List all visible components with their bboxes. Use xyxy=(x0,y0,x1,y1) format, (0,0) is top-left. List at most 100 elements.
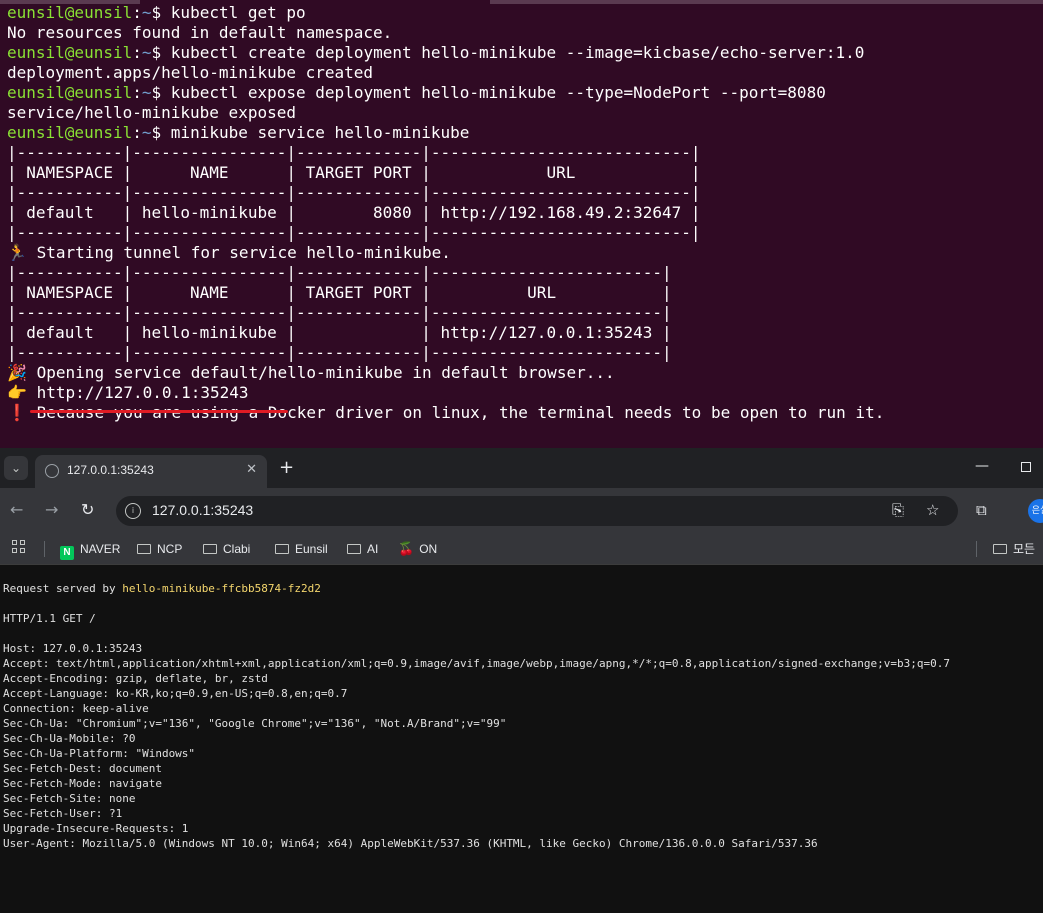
bookmark-folder-eunsil[interactable]: Eunsil xyxy=(275,540,328,558)
terminal-output-line: |-----------|----------------|----------… xyxy=(7,143,701,162)
status-text: Opening service default/hello-minikube i… xyxy=(36,363,615,382)
browser-window: ⌄ 127.0.0.1:35243 ✕ + — ← → ↻ i 127.0.0.… xyxy=(0,448,1043,913)
terminal-output-line: |-----------|----------------|----------… xyxy=(7,343,672,362)
folder-icon xyxy=(137,544,151,554)
request-header-line: Accept-Language: ko-KR,ko;q=0.9,en-US;q=… xyxy=(3,687,348,700)
prompt-user: eunsil@eunsil xyxy=(7,43,133,62)
prompt-path: ~ xyxy=(141,123,152,142)
bookmark-folder-clabi[interactable]: Clabi xyxy=(203,540,250,558)
terminal-window[interactable]: eunsil@eunsil:~$ kubectl get po No resour… xyxy=(0,0,1043,448)
extensions-icon[interactable]: ⧉ xyxy=(976,501,987,519)
address-bar[interactable]: i 127.0.0.1:35243 ⎘ ☆ xyxy=(116,496,958,526)
prompt-path: ~ xyxy=(141,3,152,22)
new-tab-button[interactable]: + xyxy=(279,457,294,478)
bookmark-label: 모든 xyxy=(1013,542,1036,556)
prompt-separator: : xyxy=(132,43,142,62)
terminal-command-line: eunsil@eunsil:~$ minikube service hello-… xyxy=(7,123,469,143)
request-header-line: Sec-Fetch-Site: none xyxy=(3,792,136,805)
bookmarks-divider xyxy=(44,541,45,557)
terminal-output-line: | default | hello-minikube | 8080 | http… xyxy=(7,203,701,222)
status-emoji-icon: 🎉 xyxy=(7,363,27,382)
status-emoji-icon: 🏃 xyxy=(7,243,27,262)
terminal-output-line: | NAMESPACE | NAME | TARGET PORT | URL | xyxy=(7,163,701,182)
command-text: kubectl create deployment hello-minikube… xyxy=(170,43,865,62)
bookmark-label: NAVER xyxy=(80,542,121,556)
terminal-output-line: |-----------|----------------|----------… xyxy=(7,303,672,322)
browser-tab[interactable]: 127.0.0.1:35243 ✕ xyxy=(35,455,267,488)
apps-grid-icon[interactable] xyxy=(12,540,26,554)
served-by-host: hello-minikube-ffcbb5874-fz2d2 xyxy=(122,582,321,595)
forward-arrow-icon[interactable]: → xyxy=(45,500,58,519)
request-header-line: User-Agent: Mozilla/5.0 (Windows NT 10.0… xyxy=(3,837,818,850)
terminal-status-line: ❗ Because you are using a Docker driver … xyxy=(7,403,884,423)
tab-search-chevron-icon[interactable]: ⌄ xyxy=(4,456,28,480)
browser-toolbar: ← → ↻ i 127.0.0.1:35243 ⎘ ☆ ⧉ 은실 xyxy=(0,488,1043,534)
other-bookmarks-folder[interactable]: 모든 xyxy=(993,540,1035,558)
terminal-output-line: |-----------|----------------|----------… xyxy=(7,263,672,282)
command-text: minikube service hello-minikube xyxy=(170,123,470,142)
prompt-separator: : xyxy=(132,83,142,102)
prompt-separator: : xyxy=(132,123,142,142)
tab-strip: ⌄ 127.0.0.1:35243 ✕ + — xyxy=(0,448,1043,488)
terminal-output-line: | default | hello-minikube | | http://12… xyxy=(7,323,672,342)
profile-avatar[interactable]: 은실 xyxy=(1028,499,1043,523)
bookmark-label: Eunsil xyxy=(295,542,328,556)
minimize-icon[interactable]: — xyxy=(975,458,989,474)
translate-icon[interactable]: ⎘ xyxy=(892,501,904,519)
bookmark-label: NCP xyxy=(157,542,183,556)
bookmark-folder-ncp[interactable]: NCP xyxy=(137,540,182,558)
prompt-user: eunsil@eunsil xyxy=(7,3,133,22)
bookmark-label: AI xyxy=(367,542,379,556)
bookmark-label: Clabi xyxy=(223,542,251,556)
prompt-user: eunsil@eunsil xyxy=(7,123,133,142)
prompt-user: eunsil@eunsil xyxy=(7,83,133,102)
prompt-path: ~ xyxy=(141,43,152,62)
terminal-output-line: |-----------|----------------|----------… xyxy=(7,183,701,202)
back-arrow-icon[interactable]: ← xyxy=(10,500,23,519)
bookmarks-bar: N NAVER NCP Clabi Eunsil AI 🍒 ON 모든 xyxy=(0,534,1043,565)
prompt-separator: : xyxy=(132,3,142,22)
request-header-line: Sec-Ch-Ua-Platform: "Windows" xyxy=(3,747,196,760)
request-header-line: Accept: text/html,application/xhtml+xml,… xyxy=(3,657,951,670)
terminal-output-line: No resources found in default namespace. xyxy=(7,23,393,42)
reload-icon[interactable]: ↻ xyxy=(81,500,94,519)
prompt-symbol: $ xyxy=(151,3,162,22)
bookmarks-divider xyxy=(976,541,977,557)
request-line: HTTP/1.1 GET / xyxy=(3,612,96,625)
prompt-symbol: $ xyxy=(151,83,162,102)
command-text: kubectl expose deployment hello-minikube… xyxy=(170,83,826,102)
terminal-status-line: 👉 http://127.0.0.1:35243 xyxy=(7,383,249,403)
url-text[interactable]: 127.0.0.1:35243 xyxy=(152,502,253,518)
request-header-line: Host: 127.0.0.1:35243 xyxy=(3,642,143,655)
folder-icon xyxy=(203,544,217,554)
served-by-prefix: Request served by xyxy=(3,582,123,595)
tab-title: 127.0.0.1:35243 xyxy=(67,463,154,477)
url-annotation-underline xyxy=(30,410,288,413)
status-text: Starting tunnel for service hello-miniku… xyxy=(36,243,451,262)
site-info-icon[interactable]: i xyxy=(125,503,141,519)
status-emoji-icon: 👉 xyxy=(7,383,27,402)
request-header-line: Accept-Encoding: gzip, deflate, br, zstd xyxy=(3,672,268,685)
request-header-line: Sec-Ch-Ua-Mobile: ?0 xyxy=(3,732,136,745)
terminal-command-line: eunsil@eunsil:~$ kubectl get po xyxy=(7,3,306,23)
terminal-status-line: 🎉 Opening service default/hello-minikube… xyxy=(7,363,615,383)
cherry-icon: 🍒 xyxy=(398,541,415,556)
served-by-line: Request served by hello-minikube-ffcbb58… xyxy=(3,581,321,596)
bookmark-folder-ai[interactable]: AI xyxy=(347,540,378,558)
bookmark-on[interactable]: 🍒 ON xyxy=(398,540,437,558)
prompt-path: ~ xyxy=(141,83,152,102)
terminal-status-line: 🏃 Starting tunnel for service hello-mini… xyxy=(7,243,451,263)
bookmark-naver[interactable]: N NAVER xyxy=(60,540,121,560)
folder-icon xyxy=(275,544,289,554)
close-icon[interactable]: ✕ xyxy=(246,462,257,477)
terminal-output-line: deployment.apps/hello-minikube created xyxy=(7,63,374,82)
page-content: Request served by hello-minikube-ffcbb58… xyxy=(0,565,1043,913)
request-header-line: Sec-Fetch-Dest: document xyxy=(3,762,162,775)
star-icon[interactable]: ☆ xyxy=(926,501,939,519)
maximize-icon[interactable] xyxy=(1021,462,1031,472)
folder-icon xyxy=(993,544,1007,554)
request-header-line: Upgrade-Insecure-Requests: 1 xyxy=(3,822,189,835)
terminal-command-line: eunsil@eunsil:~$ kubectl expose deployme… xyxy=(7,83,826,103)
naver-icon: N xyxy=(60,546,74,560)
command-text: kubectl get po xyxy=(170,3,306,22)
